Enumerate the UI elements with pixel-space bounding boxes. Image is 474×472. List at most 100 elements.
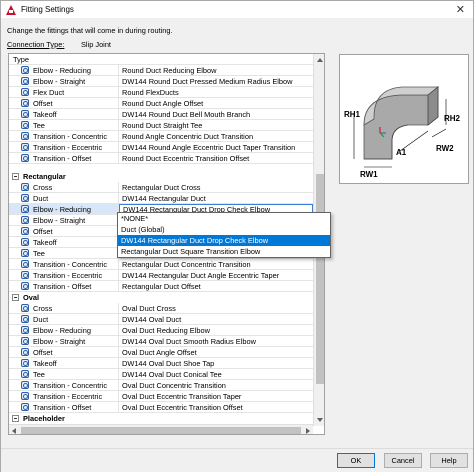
- fitting-row[interactable]: Transition - Concentric Rectangular Duct …: [9, 259, 313, 270]
- fitting-value-cell[interactable]: DW144 Rectangular Duct: [119, 193, 313, 204]
- fitting-type-cell[interactable]: Transition - Offset: [9, 281, 119, 292]
- fitting-value-cell[interactable]: DW144 Rectangular Duct Angle Eccentric T…: [119, 270, 313, 281]
- fitting-value-cell[interactable]: Round Duct Angle Offset: [119, 98, 313, 109]
- fitting-row[interactable]: Elbow - Reducing Round Duct Reducing Elbo…: [9, 65, 313, 76]
- category-placeholder[interactable]: Placeholder: [9, 413, 313, 424]
- fitting-value-cell[interactable]: Rectangular Duct Concentric Transition: [119, 259, 313, 270]
- fitting-type-cell[interactable]: Transition - Concentric: [9, 380, 119, 391]
- fitting-part-icon: [21, 88, 29, 96]
- fitting-row[interactable]: Elbow - Straight DW144 Oval Duct Smooth R…: [9, 336, 313, 347]
- fitting-value-cell[interactable]: DW144 Oval Duct: [119, 314, 313, 325]
- dropdown-option[interactable]: DW144 Rectangular Duct Drop Check Elbow: [118, 235, 330, 246]
- fitting-type-cell[interactable]: Transition - Eccentric: [9, 142, 119, 153]
- cancel-button[interactable]: Cancel: [384, 453, 422, 468]
- category-oval[interactable]: Oval: [9, 292, 313, 303]
- fitting-row[interactable]: Tee DW144 Oval Duct Conical Tee: [9, 369, 313, 380]
- fitting-value-cell[interactable]: Oval Duct Cross: [119, 303, 313, 314]
- fitting-value-cell[interactable]: Oval Duct Eccentric Transition Offset: [119, 402, 313, 413]
- fitting-type-cell[interactable]: Elbow - Reducing: [9, 204, 119, 215]
- fitting-value-cell[interactable]: DW144 Oval Duct Shoe Tap: [119, 358, 313, 369]
- fitting-type-cell[interactable]: Transition - Eccentric: [9, 270, 119, 281]
- fitting-dropdown-list[interactable]: *NONE* Duct (Global) DW144 Rectangular Duc…: [117, 212, 331, 258]
- fitting-type-cell[interactable]: Tee: [9, 120, 119, 131]
- fitting-value-cell[interactable]: Rectangular Duct Offset: [119, 281, 313, 292]
- collapse-icon[interactable]: [12, 173, 19, 180]
- fitting-type-cell[interactable]: Transition - Concentric: [9, 131, 119, 142]
- fitting-type-cell[interactable]: Elbow - Straight: [9, 76, 119, 87]
- fitting-row[interactable]: Flex Duct Round FlexDucts: [9, 87, 313, 98]
- scroll-right-arrow-icon[interactable]: [306, 428, 310, 434]
- fitting-row[interactable]: Transition - Eccentric DW144 Rectangular …: [9, 270, 313, 281]
- fitting-row[interactable]: Cross Oval Duct Cross: [9, 303, 313, 314]
- fitting-type-cell[interactable]: Elbow - Reducing: [9, 325, 119, 336]
- fitting-type-cell[interactable]: Transition - Eccentric: [9, 391, 119, 402]
- fitting-row[interactable]: Elbow - Straight DW144 Round Duct Pressed…: [9, 76, 313, 87]
- fitting-type-cell[interactable]: Takeoff: [9, 109, 119, 120]
- fitting-value-cell[interactable]: Oval Duct Reducing Elbow: [119, 325, 313, 336]
- fitting-type-cell[interactable]: Takeoff: [9, 237, 119, 248]
- fitting-type-cell[interactable]: Tee: [9, 369, 119, 380]
- fitting-row[interactable]: Elbow - Reducing Oval Duct Reducing Elbow: [9, 325, 313, 336]
- fitting-value-cell[interactable]: DW144 Oval Duct Smooth Radius Elbow: [119, 336, 313, 347]
- fitting-value-cell[interactable]: Round Duct Reducing Elbow: [119, 65, 313, 76]
- fitting-value-cell[interactable]: Round Angle Concentric Duct Transition: [119, 131, 313, 142]
- fitting-row[interactable]: Duct DW144 Oval Duct: [9, 314, 313, 325]
- fitting-type-cell[interactable]: Tee: [9, 248, 119, 259]
- scroll-thumb[interactable]: [316, 174, 324, 384]
- fitting-type-cell[interactable]: Cross: [9, 182, 119, 193]
- fitting-value-cell[interactable]: DW144 Round Duct Bell Mouth Branch: [119, 109, 313, 120]
- fitting-row[interactable]: Transition - Offset Round Duct Eccentric …: [9, 153, 313, 164]
- collapse-icon[interactable]: [12, 415, 19, 422]
- fitting-row[interactable]: Offset Round Duct Angle Offset: [9, 98, 313, 109]
- fitting-value-cell[interactable]: DW144 Oval Duct Conical Tee: [119, 369, 313, 380]
- fitting-value-cell[interactable]: Oval Duct Concentric Transition: [119, 380, 313, 391]
- fitting-type-cell[interactable]: Duct: [9, 314, 119, 325]
- scroll-up-arrow-icon[interactable]: [317, 58, 323, 62]
- fitting-type-cell[interactable]: Flex Duct: [9, 87, 119, 98]
- fitting-value-cell[interactable]: Oval Duct Angle Offset: [119, 347, 313, 358]
- fitting-type-cell[interactable]: Elbow - Straight: [9, 336, 119, 347]
- close-icon[interactable]: ✕: [456, 3, 465, 16]
- ok-button[interactable]: OK: [337, 453, 375, 468]
- fitting-type-cell[interactable]: Offset: [9, 347, 119, 358]
- fitting-value-cell[interactable]: Oval Duct Eccentric Transition Taper: [119, 391, 313, 402]
- fitting-value-cell[interactable]: Round FlexDucts: [119, 87, 313, 98]
- fitting-type-cell[interactable]: Cross: [9, 303, 119, 314]
- hscroll-thumb[interactable]: [21, 427, 301, 434]
- fitting-row[interactable]: Tee Round Duct Straight Tee: [9, 120, 313, 131]
- fitting-row[interactable]: Takeoff DW144 Round Duct Bell Mouth Branc…: [9, 109, 313, 120]
- fitting-type-cell[interactable]: Elbow - Straight: [9, 215, 119, 226]
- help-button[interactable]: Help: [430, 453, 468, 468]
- fitting-value-cell[interactable]: Rectangular Duct Cross: [119, 182, 313, 193]
- fitting-row[interactable]: Transition - Concentric Round Angle Conce…: [9, 131, 313, 142]
- fitting-value-cell[interactable]: DW144 Round Angle Eccentric Duct Taper T…: [119, 142, 313, 153]
- fitting-type-cell[interactable]: Takeoff: [9, 358, 119, 369]
- fitting-row[interactable]: Transition - Offset Rectangular Duct Offs…: [9, 281, 313, 292]
- fitting-row[interactable]: Takeoff DW144 Oval Duct Shoe Tap: [9, 358, 313, 369]
- fitting-row[interactable]: Transition - Offset Oval Duct Eccentric T…: [9, 402, 313, 413]
- fitting-row[interactable]: Transition - Eccentric DW144 Round Angle …: [9, 142, 313, 153]
- fitting-row[interactable]: Offset Oval Duct Angle Offset: [9, 347, 313, 358]
- fitting-type-cell[interactable]: Transition - Offset: [9, 153, 119, 164]
- fitting-type-cell[interactable]: Duct: [9, 193, 119, 204]
- dropdown-option[interactable]: Duct (Global): [118, 224, 330, 235]
- fitting-value-cell[interactable]: Round Duct Eccentric Transition Offset: [119, 153, 313, 164]
- fitting-value-cell[interactable]: DW144 Round Duct Pressed Medium Radius E…: [119, 76, 313, 87]
- fitting-row[interactable]: Transition - Concentric Oval Duct Concent…: [9, 380, 313, 391]
- collapse-icon[interactable]: [12, 294, 19, 301]
- horizontal-scrollbar[interactable]: [9, 424, 313, 434]
- category-rectangular[interactable]: Rectangular: [9, 171, 313, 182]
- dropdown-option[interactable]: *NONE*: [118, 213, 330, 224]
- dropdown-option[interactable]: Rectangular Duct Square Transition Elbow: [118, 246, 330, 257]
- fitting-type-cell[interactable]: Offset: [9, 98, 119, 109]
- fitting-row[interactable]: Transition - Eccentric Oval Duct Eccentri…: [9, 391, 313, 402]
- fitting-type-cell[interactable]: Elbow - Reducing: [9, 65, 119, 76]
- fitting-row[interactable]: Duct DW144 Rectangular Duct: [9, 193, 313, 204]
- fitting-type-cell[interactable]: Transition - Concentric: [9, 259, 119, 270]
- scroll-down-arrow-icon[interactable]: [317, 418, 323, 422]
- fitting-row[interactable]: Cross Rectangular Duct Cross: [9, 182, 313, 193]
- fitting-type-cell[interactable]: Transition - Offset: [9, 402, 119, 413]
- fitting-type-cell[interactable]: Offset: [9, 226, 119, 237]
- fitting-value-cell[interactable]: Round Duct Straight Tee: [119, 120, 313, 131]
- scroll-left-arrow-icon[interactable]: [12, 428, 16, 434]
